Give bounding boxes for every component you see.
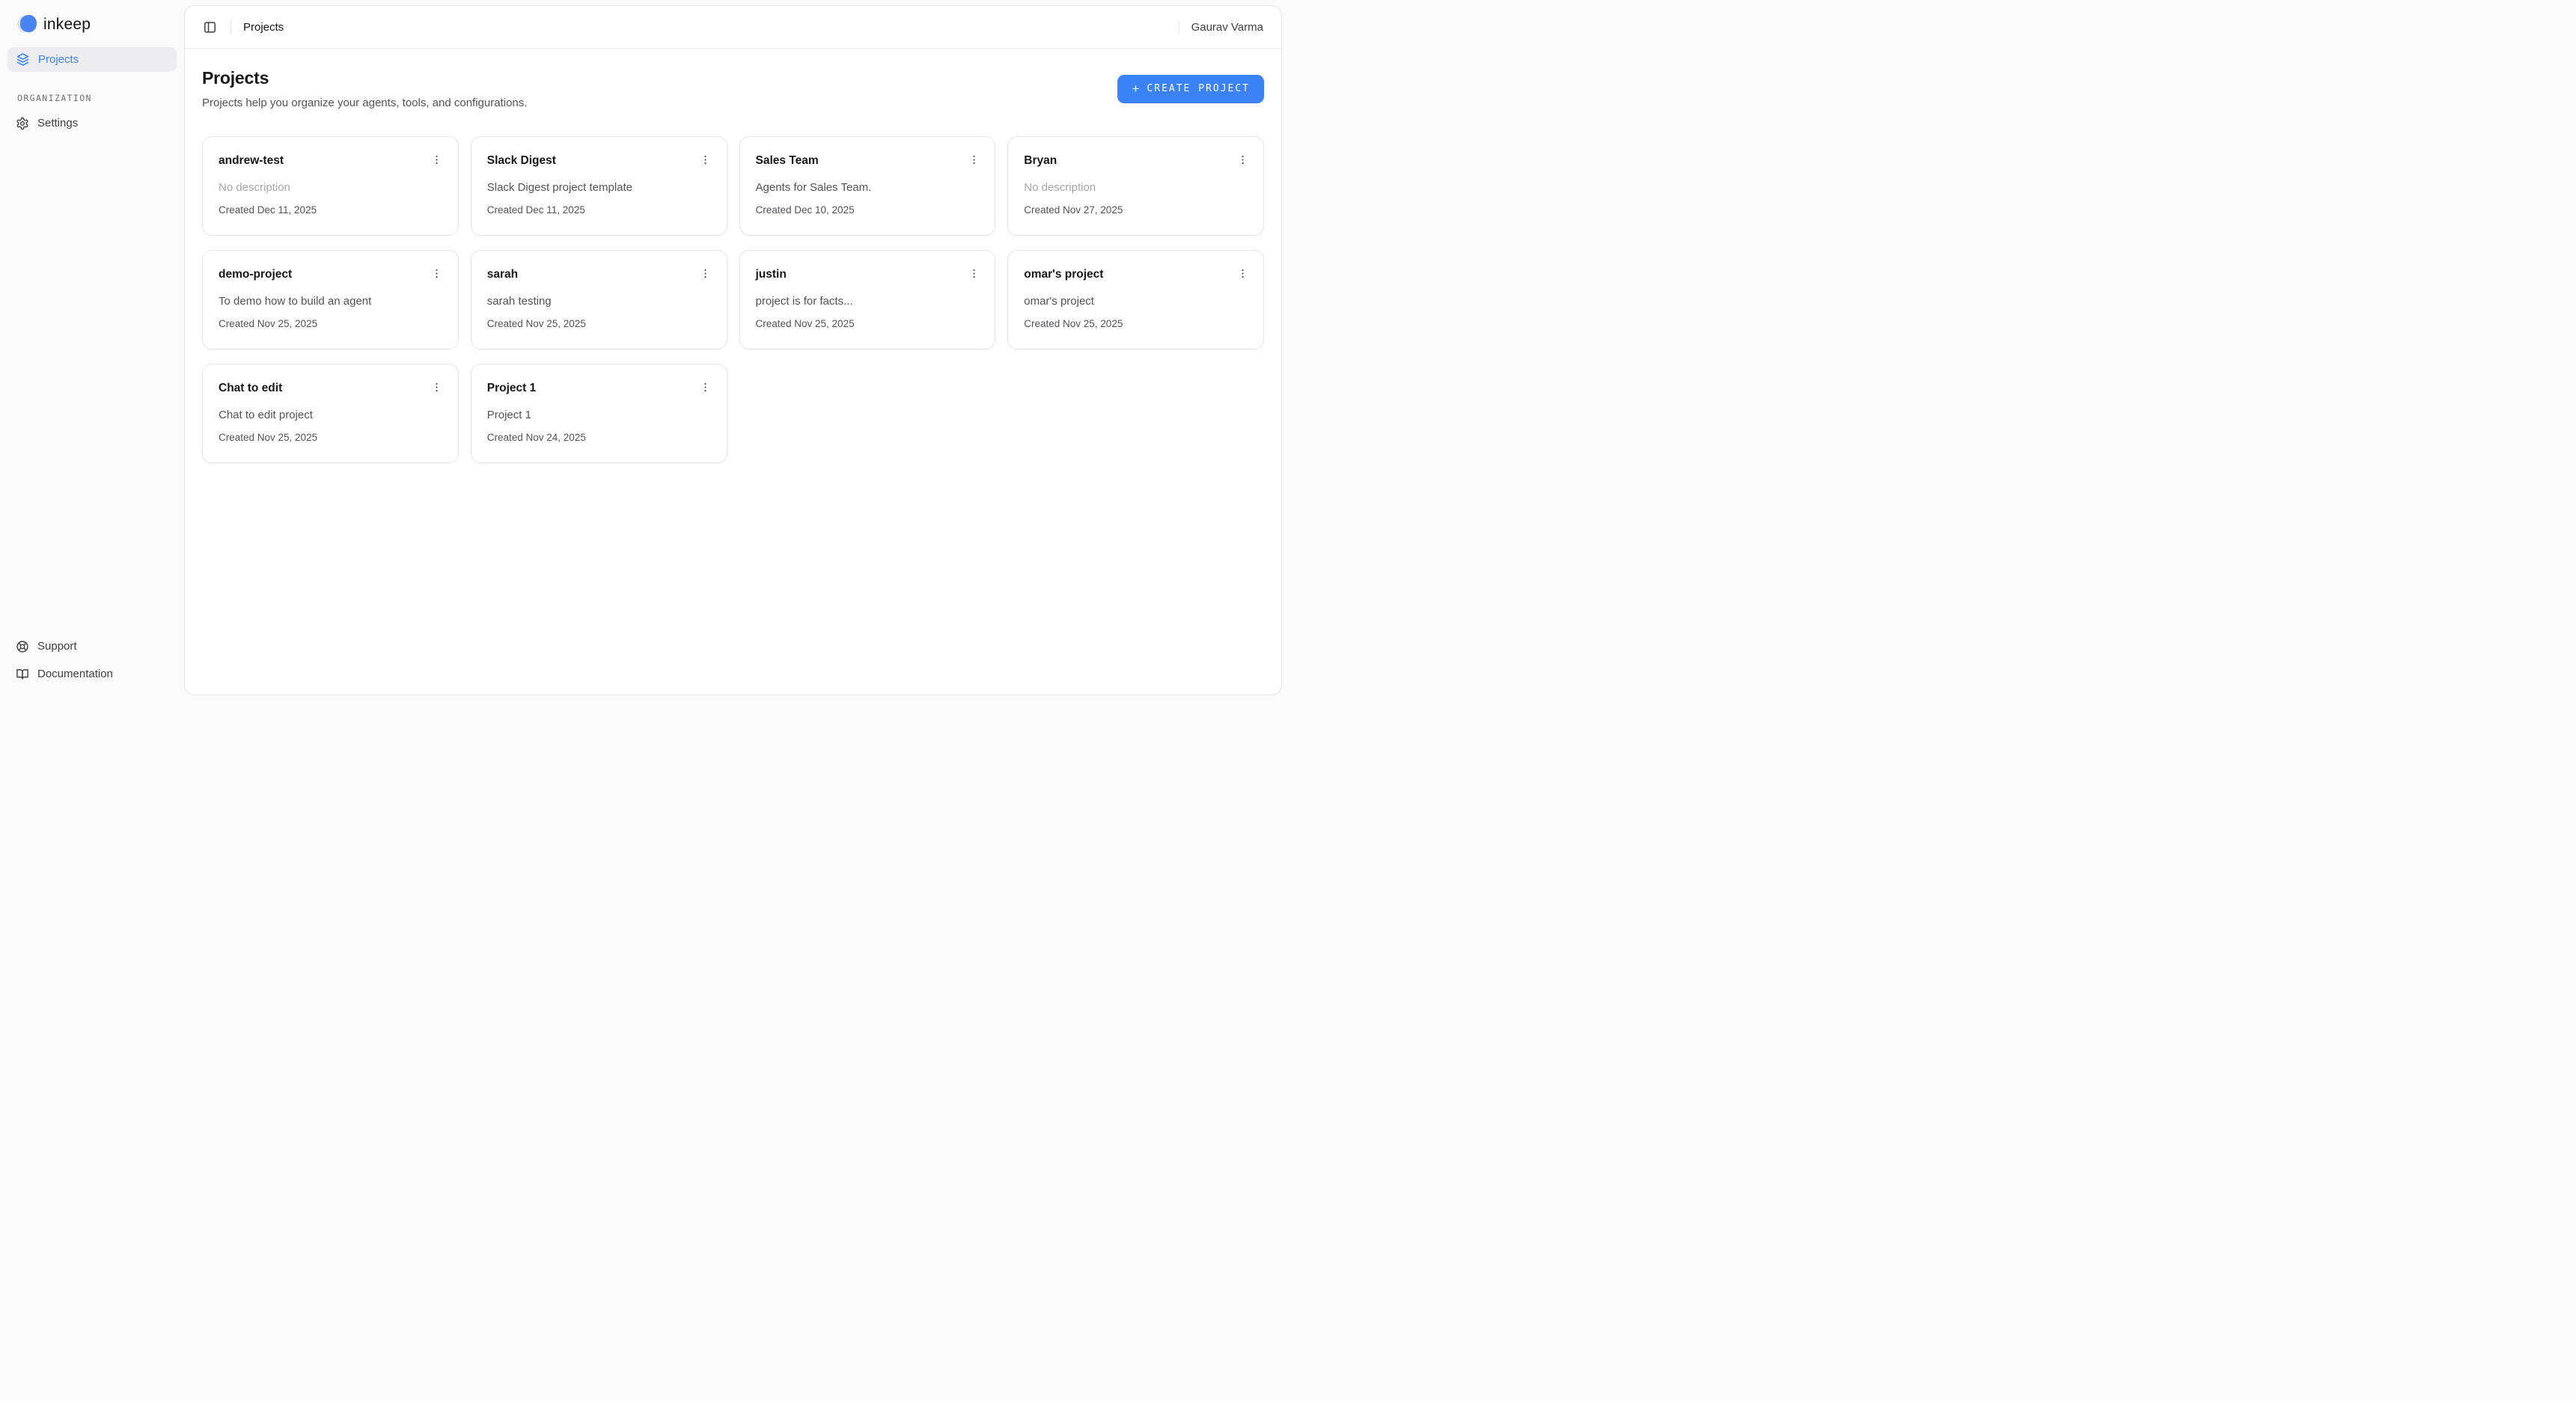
inkeep-logo-icon [16,15,37,34]
book-open-icon [16,668,29,681]
sidebar-item-support[interactable]: Support [7,633,177,659]
project-card-description: Project 1 [487,409,716,421]
project-card-title: andrew-test [219,149,284,168]
inkeep-logo: inkeep [7,10,177,35]
kebab-icon [1236,153,1249,166]
project-card[interactable]: demo-project To demo how to build an age… [202,250,459,350]
project-card-description: Chat to edit project [219,409,448,421]
project-menu-button[interactable] [427,376,448,397]
project-card-title: justin [756,263,787,281]
project-card-title: demo-project [219,263,292,281]
project-menu-button[interactable] [963,263,984,284]
lifebuoy-icon [16,640,29,653]
project-menu-button[interactable] [1232,263,1253,284]
project-menu-button[interactable] [427,263,448,284]
kebab-icon [699,267,712,280]
gear-icon [16,117,29,130]
project-card[interactable]: sarah sarah testing Created Nov 25, 2025 [471,250,727,350]
create-project-button[interactable]: + CREATE PROJECT [1117,75,1264,103]
project-card-created: Created Dec 10, 2025 [756,204,985,216]
kebab-icon [699,153,712,166]
breadcrumb: Projects [241,21,284,34]
kebab-icon [968,267,980,280]
page-title: Projects [202,68,527,88]
plus-icon: + [1132,82,1139,95]
sidebar-item-label: Settings [37,117,78,129]
kebab-icon [968,153,980,166]
project-card-description: No description [219,181,448,194]
project-card[interactable]: justin project is for facts... Created N… [739,250,996,350]
project-card-title: Chat to edit [219,376,282,395]
project-menu-button[interactable] [695,376,716,397]
topbar: Projects Gaurav Varma [185,6,1281,49]
project-card-created: Created Nov 25, 2025 [756,318,985,329]
project-card[interactable]: Project 1 Project 1 Created Nov 24, 2025 [471,364,727,463]
project-card-description: No description [1024,181,1253,194]
kebab-icon [1236,267,1249,280]
kebab-icon [430,153,443,166]
project-card-title: Sales Team [756,149,819,168]
project-card[interactable]: omar's project omar's project Created No… [1007,250,1264,350]
project-card-title: omar's project [1024,263,1103,281]
kebab-icon [430,267,443,280]
project-card-description: To demo how to build an agent [219,295,448,308]
project-card-description: project is for facts... [756,295,985,308]
create-project-label: CREATE PROJECT [1147,83,1250,94]
project-card-created: Created Nov 27, 2025 [1024,204,1253,216]
sidebar-footer: Support Documentation [7,632,177,690]
project-card-created: Created Dec 11, 2025 [219,204,448,216]
project-card[interactable]: Sales Team Agents for Sales Team. Create… [739,136,996,236]
page-heading-group: Projects Projects help you organize your… [202,68,527,109]
project-card-created: Created Nov 25, 2025 [1024,318,1253,329]
project-card-created: Created Nov 25, 2025 [219,432,448,443]
project-menu-button[interactable] [1232,149,1253,170]
sidebar-toggle-button[interactable] [198,16,221,38]
user-menu[interactable]: Gaurav Varma [1191,21,1263,34]
project-card-created: Created Nov 24, 2025 [487,432,716,443]
panel-left-icon [203,20,217,34]
inkeep-logo-wordmark: inkeep [43,16,91,34]
project-card-title: Slack Digest [487,149,556,168]
project-menu-button[interactable] [695,263,716,284]
project-card[interactable]: andrew-test No description Created Dec 1… [202,136,459,236]
project-card-title: Project 1 [487,376,536,395]
page-subtitle: Projects help you organize your agents, … [202,97,527,109]
sidebar-item-projects[interactable]: Projects [7,47,177,72]
project-card-description: Slack Digest project template [487,181,716,194]
sidebar-item-settings[interactable]: Settings [7,111,177,135]
sidebar-item-documentation[interactable]: Documentation [7,661,177,687]
project-menu-button[interactable] [427,149,448,170]
main-panel: Projects Gaurav Varma Projects Projects … [184,5,1282,695]
sidebar: inkeep Projects ORGANIZATION Settings Su… [0,0,184,700]
project-menu-button[interactable] [963,149,984,170]
kebab-icon [430,381,443,394]
projects-grid: andrew-test No description Created Dec 1… [202,136,1264,463]
project-card-description: sarah testing [487,295,716,308]
project-card-created: Created Nov 25, 2025 [487,318,716,329]
sidebar-item-label: Support [37,640,77,653]
projects-page: Projects Projects help you organize your… [185,49,1281,695]
project-card-description: Agents for Sales Team. [756,181,985,194]
project-card-title: sarah [487,263,518,281]
sidebar-section-organization: ORGANIZATION [17,93,177,103]
project-card-title: Bryan [1024,149,1057,168]
project-card[interactable]: Slack Digest Slack Digest project templa… [471,136,727,236]
project-card-created: Created Dec 11, 2025 [487,204,716,216]
sidebar-item-label: Projects [38,53,79,66]
project-card-created: Created Nov 25, 2025 [219,318,448,329]
kebab-icon [699,381,712,394]
layers-icon [16,52,30,67]
sidebar-item-label: Documentation [37,668,113,680]
project-card[interactable]: Chat to edit Chat to edit project Create… [202,364,459,463]
project-menu-button[interactable] [695,149,716,170]
project-card[interactable]: Bryan No description Created Nov 27, 202… [1007,136,1264,236]
project-card-description: omar's project [1024,295,1253,308]
